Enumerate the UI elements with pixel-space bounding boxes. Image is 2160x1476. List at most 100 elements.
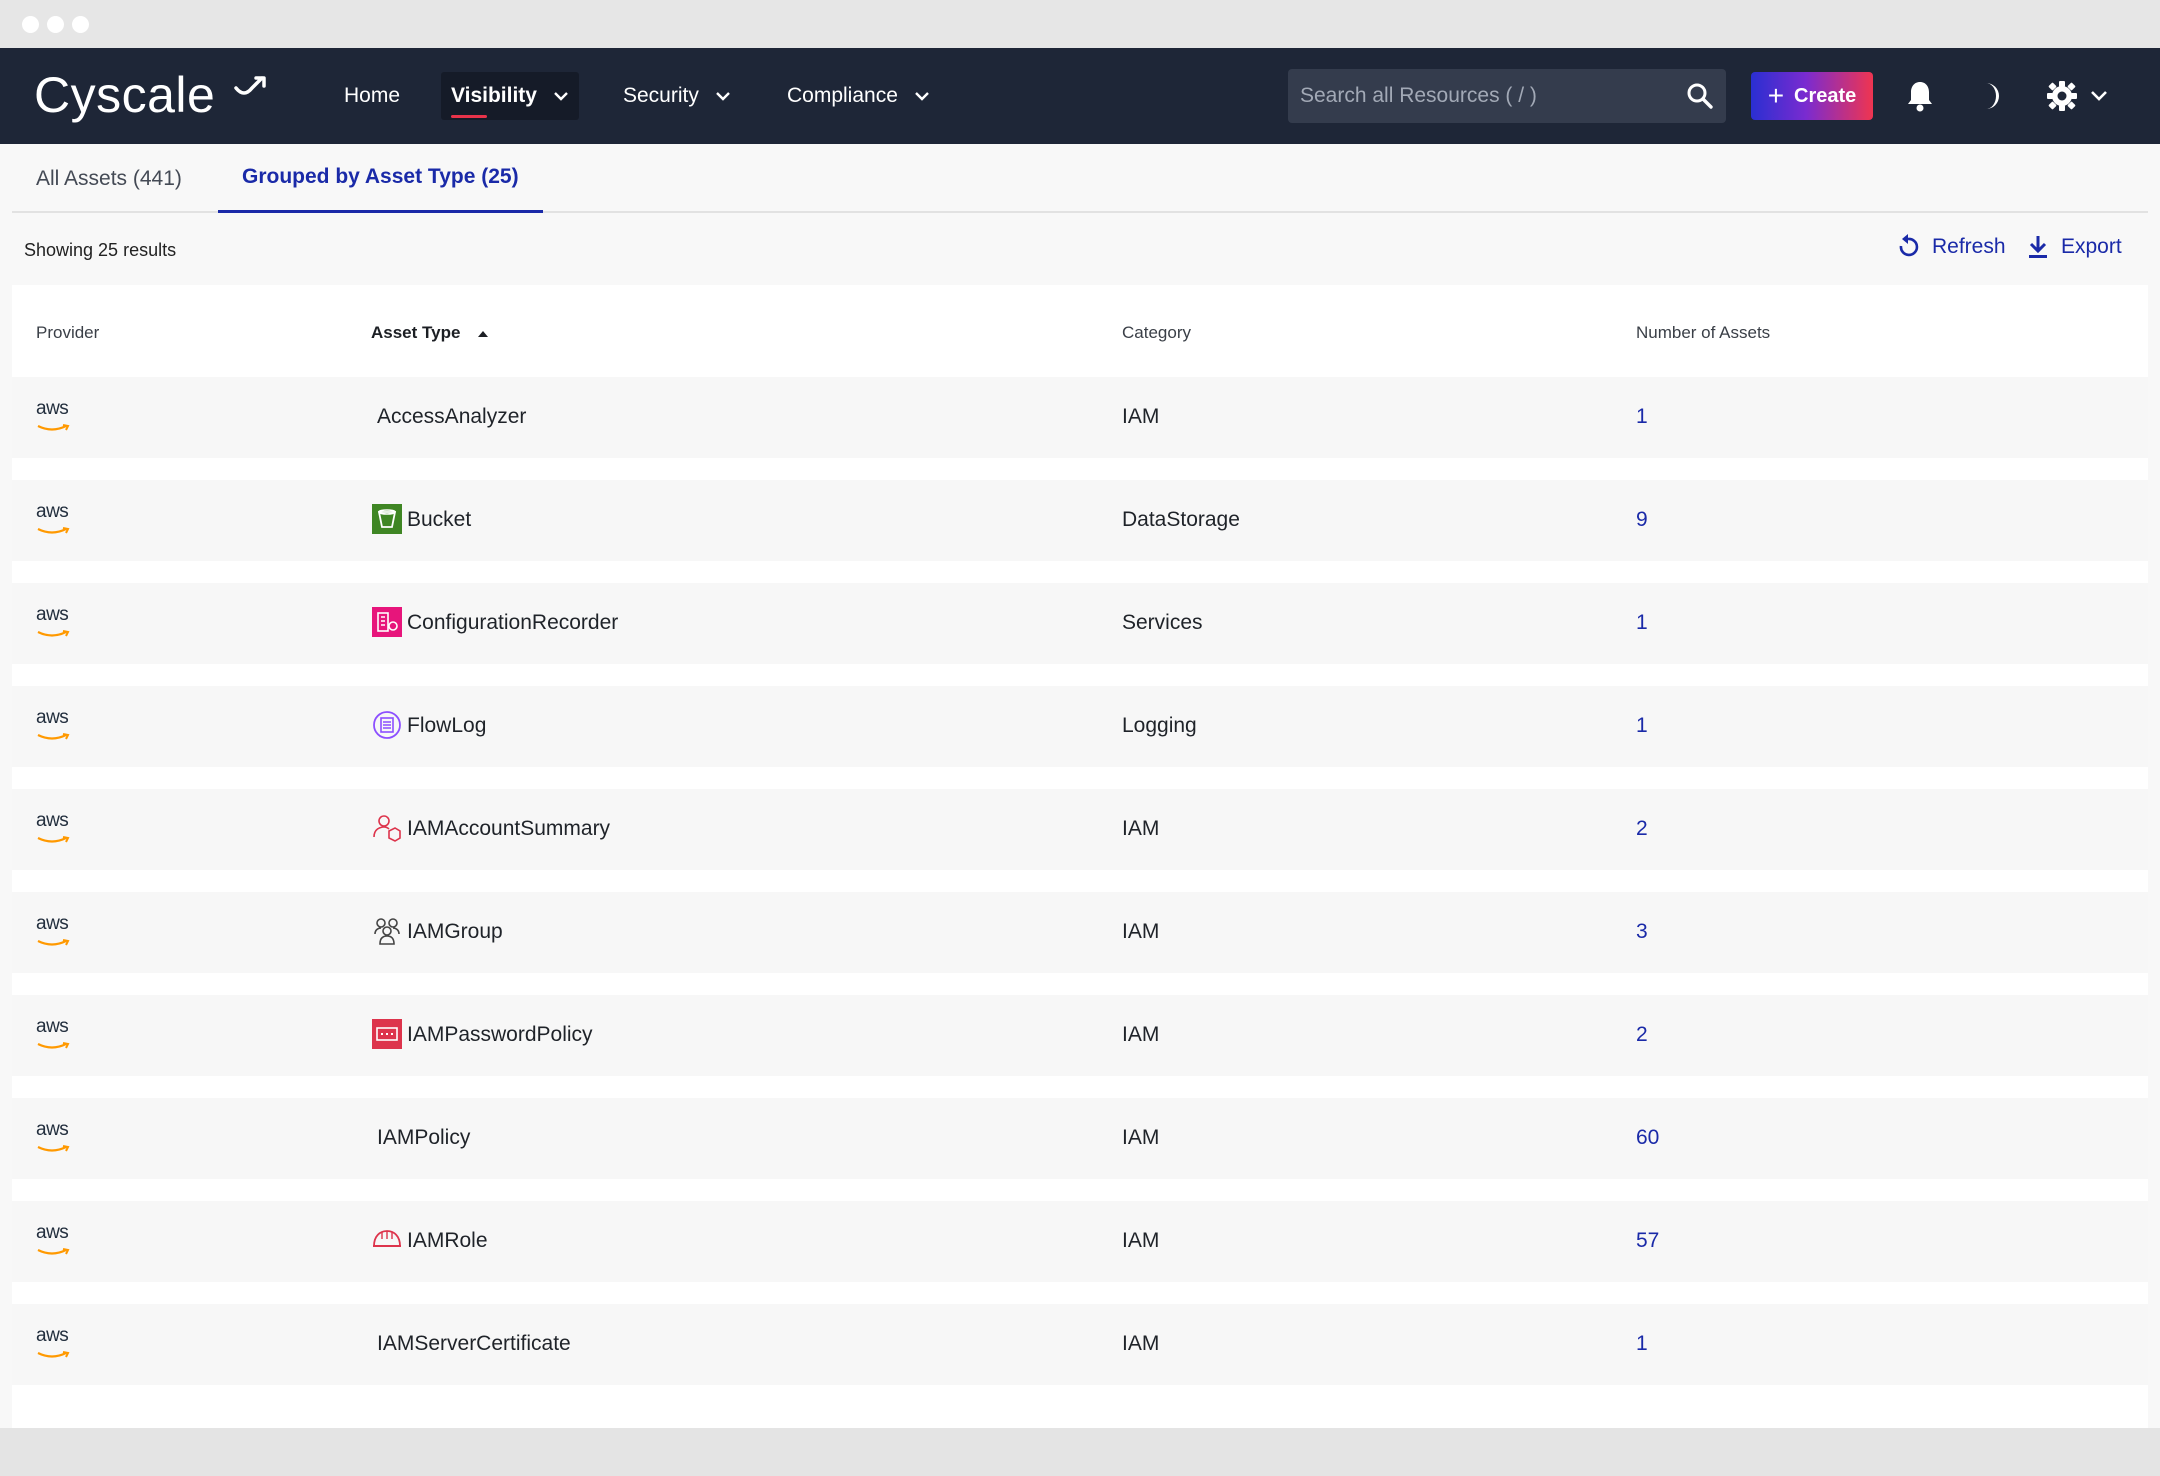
table-row[interactable]: aws IAMAccountSummary IAM 2 [12, 789, 2148, 870]
export-button[interactable]: Export [2027, 234, 2122, 260]
header-asset-type-label: Asset Type [371, 323, 461, 342]
asset-count-link[interactable]: 9 [1636, 508, 1648, 532]
export-label: Export [2061, 235, 2122, 258]
asset-type-cell[interactable]: IAMServerCertificate [377, 1332, 571, 1356]
results-count: Showing 25 results [24, 240, 177, 260]
create-button[interactable]: + Create [1751, 72, 1873, 120]
table-header: Provider Asset Type Category Number of A… [12, 285, 2148, 377]
nav-visibility-label: Visibility [451, 84, 537, 107]
asset-type-cell[interactable]: IAMRole [407, 1229, 488, 1253]
category-cell: IAM [1122, 817, 1160, 840]
tab-all-assets-label: All Assets (441) [36, 166, 182, 190]
top-navbar: Cyscale Home Visibility Security Complia… [0, 48, 2160, 144]
asset-type-cell[interactable]: IAMPolicy [377, 1126, 470, 1150]
table-row[interactable]: aws IAMServerCertificate IAM 1 [12, 1304, 2148, 1385]
asset-count-link[interactable]: 3 [1636, 920, 1648, 944]
chevron-down-icon [915, 92, 929, 101]
asset-view-tabs: All Assets (441) Grouped by Asset Type (… [12, 144, 2148, 213]
tab-grouped-by-asset-type[interactable]: Grouped by Asset Type (25) [218, 144, 543, 213]
table-row[interactable]: aws FlowLog Logging 1 [12, 686, 2148, 767]
category-cell: IAM [1122, 405, 1160, 428]
asset-type-cell[interactable]: Bucket [407, 508, 471, 532]
table-row[interactable]: aws ConfigurationRecorder Services 1 [12, 583, 2148, 664]
chevron-down-icon [554, 92, 568, 101]
asset-type-table: Provider Asset Type Category Number of A… [12, 285, 2148, 1428]
asset-type-cell[interactable]: IAMGroup [407, 920, 503, 944]
window-bottom-bar [0, 1428, 2160, 1476]
create-button-label: Create [1794, 84, 1857, 107]
nav-security-label: Security [623, 84, 699, 107]
refresh-label: Refresh [1932, 235, 2006, 258]
aws-logo-icon: aws [36, 502, 76, 540]
category-cell: IAM [1122, 1332, 1160, 1355]
refresh-button[interactable]: Refresh [1896, 234, 2006, 260]
asset-type-cell[interactable]: IAMPasswordPolicy [407, 1023, 593, 1047]
aws-logo-icon: aws [36, 811, 76, 849]
group-icon [374, 918, 400, 945]
search-input[interactable] [1300, 84, 1686, 108]
chevron-down-icon [2091, 91, 2107, 101]
asset-count-link[interactable]: 1 [1636, 714, 1648, 738]
nav-home[interactable]: Home [334, 72, 410, 120]
table-row[interactable]: aws IAMPasswordPolicy IAM 2 [12, 995, 2148, 1076]
asset-count-link[interactable]: 57 [1636, 1229, 1659, 1253]
category-cell: DataStorage [1122, 508, 1240, 531]
table-row[interactable]: aws IAMPolicy IAM 60 [12, 1098, 2148, 1179]
category-cell: IAM [1122, 1126, 1160, 1149]
account-summary-icon [373, 815, 401, 842]
nav-visibility[interactable]: Visibility [441, 72, 579, 120]
global-search [1288, 69, 1726, 123]
header-category[interactable]: Category [1122, 323, 1191, 343]
asset-type-cell[interactable]: AccessAnalyzer [377, 405, 526, 429]
password-policy-icon [372, 1019, 402, 1049]
asset-count-link[interactable]: 2 [1636, 817, 1648, 841]
aws-logo-icon: aws [36, 1120, 76, 1158]
settings-menu-button[interactable] [2046, 78, 2108, 114]
gear-icon [2047, 81, 2077, 111]
aws-logo-icon: aws [36, 1326, 76, 1364]
aws-logo-icon: aws [36, 708, 76, 746]
category-cell: IAM [1122, 920, 1160, 943]
asset-count-link[interactable]: 1 [1636, 1332, 1648, 1356]
asset-type-cell[interactable]: ConfigurationRecorder [407, 611, 618, 635]
role-icon [373, 1230, 401, 1247]
search-icon[interactable] [1686, 82, 1714, 110]
category-cell: IAM [1122, 1229, 1160, 1252]
window-close-dot[interactable] [22, 16, 39, 33]
table-row[interactable]: aws IAMRole IAM 57 [12, 1201, 2148, 1282]
window-maximize-dot[interactable] [72, 16, 89, 33]
aws-logo-icon: aws [36, 605, 76, 643]
asset-count-link[interactable]: 1 [1636, 611, 1648, 635]
bell-icon [1908, 82, 1932, 112]
header-asset-type[interactable]: Asset Type [371, 323, 489, 343]
table-row[interactable]: aws AccessAnalyzer IAM 1 [12, 377, 2148, 458]
table-row[interactable]: aws IAMGroup IAM 3 [12, 892, 2148, 973]
logo-check-icon [234, 76, 266, 95]
asset-count-link[interactable]: 60 [1636, 1126, 1659, 1150]
brand-name: Cyscale [34, 67, 216, 123]
aws-logo-icon: aws [36, 914, 76, 952]
moon-icon [1986, 83, 1999, 109]
window-minimize-dot[interactable] [47, 16, 64, 33]
notifications-button[interactable] [1905, 78, 1935, 114]
theme-toggle-button[interactable] [1976, 78, 2006, 114]
category-cell: Services [1122, 611, 1203, 634]
asset-count-link[interactable]: 1 [1636, 405, 1648, 429]
sort-ascending-icon [478, 330, 489, 337]
refresh-icon [1899, 234, 1919, 257]
nav-security[interactable]: Security [613, 72, 741, 120]
tab-all-assets[interactable]: All Assets (441) [12, 144, 206, 213]
chevron-down-icon [716, 92, 730, 101]
table-row[interactable]: aws Bucket DataStorage 9 [12, 480, 2148, 561]
plus-icon: + [1767, 80, 1785, 111]
asset-count-link[interactable]: 2 [1636, 1023, 1648, 1047]
header-number-of-assets[interactable]: Number of Assets [1636, 323, 1770, 343]
configuration-recorder-icon [372, 607, 402, 637]
asset-type-cell[interactable]: IAMAccountSummary [407, 817, 610, 841]
asset-type-cell[interactable]: FlowLog [407, 714, 486, 738]
nav-compliance[interactable]: Compliance [777, 72, 940, 120]
header-provider[interactable]: Provider [36, 323, 99, 343]
brand-logo[interactable]: Cyscale [34, 67, 266, 123]
nav-home-label: Home [344, 84, 401, 107]
main-content: All Assets (441) Grouped by Asset Type (… [0, 144, 2160, 1428]
